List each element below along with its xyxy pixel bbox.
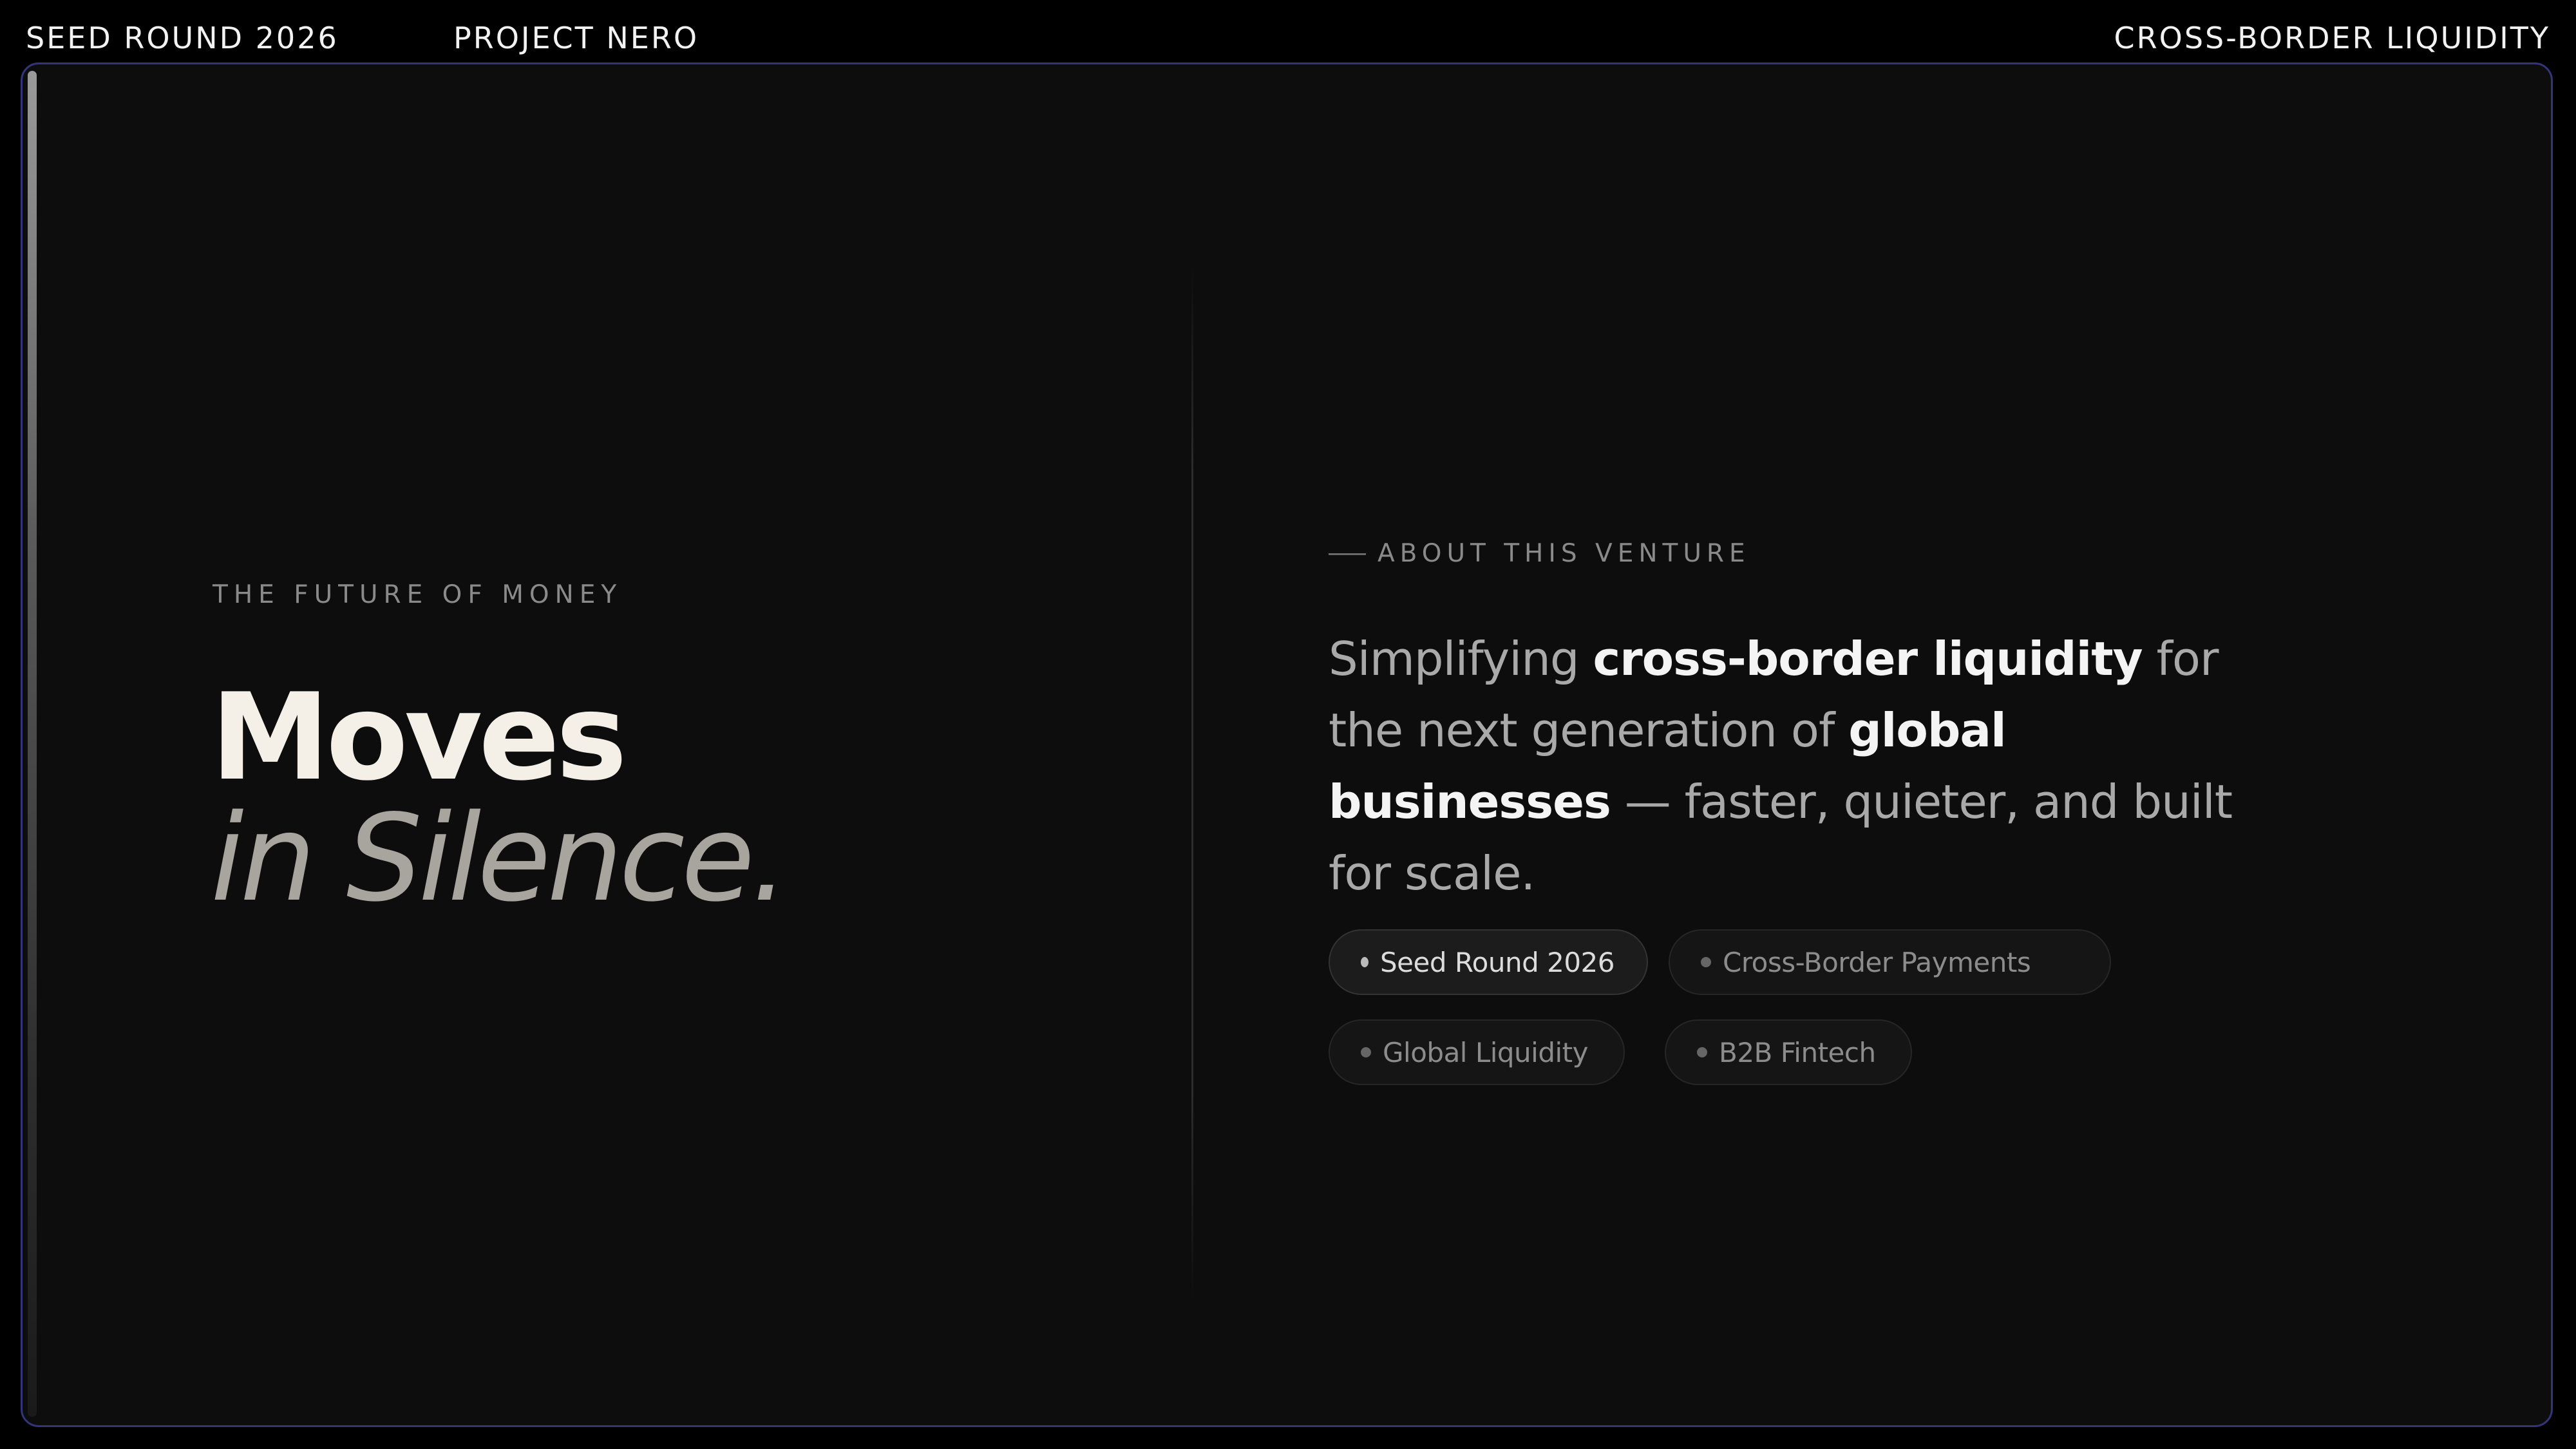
pitch-slide: SEED ROUND 2026 PROJECT NERO CROSS-BORDE… — [0, 0, 2576, 1449]
tag-label: Global Liquidity — [1383, 1036, 1589, 1068]
tag-label: B2B Fintech — [1719, 1036, 1876, 1068]
slide-card: THE FUTURE OF MONEY Moves in Silence. AB… — [21, 62, 2553, 1427]
section-label-rule — [1329, 553, 1366, 555]
hero-headline-primary: Moves — [211, 667, 627, 807]
section-label-text: ABOUT THIS VENTURE — [1378, 539, 1750, 568]
hero-eyebrow: THE FUTURE OF MONEY — [213, 580, 623, 609]
tag-b2b-fintech[interactable]: B2B Fintech — [1665, 1019, 1912, 1085]
top-meta-bar: SEED ROUND 2026 PROJECT NERO CROSS-BORDE… — [0, 0, 2576, 64]
column-divider — [1191, 264, 1193, 1301]
tag-cross-border-payments[interactable]: Cross-Border Payments — [1669, 929, 2111, 995]
lede-emphasis-1: cross-border liquidity — [1593, 632, 2143, 686]
lede-text-1: Simplifying — [1329, 632, 1593, 686]
tag-dot-icon — [1361, 957, 1369, 967]
tag-dot-icon — [1697, 1047, 1707, 1057]
about-lede: Simplifying cross-border liquidity for t… — [1329, 623, 2295, 909]
hero-headline-secondary: in Silence. — [211, 788, 789, 928]
project-label: PROJECT NERO — [453, 21, 699, 55]
round-label: SEED ROUND 2026 — [26, 21, 339, 55]
tag-label: Seed Round 2026 — [1380, 946, 1615, 978]
about-section-label: ABOUT THIS VENTURE — [1329, 538, 1750, 569]
focus-label: CROSS-BORDER LIQUIDITY — [2114, 21, 2550, 55]
card-edge-highlight — [28, 71, 37, 1417]
tag-seed-round[interactable]: Seed Round 2026 — [1329, 929, 1648, 995]
tag-dot-icon — [1701, 957, 1711, 967]
tag-dot-icon — [1361, 1047, 1371, 1057]
tag-label: Cross-Border Payments — [1723, 946, 2031, 978]
tag-global-liquidity[interactable]: Global Liquidity — [1329, 1019, 1625, 1085]
